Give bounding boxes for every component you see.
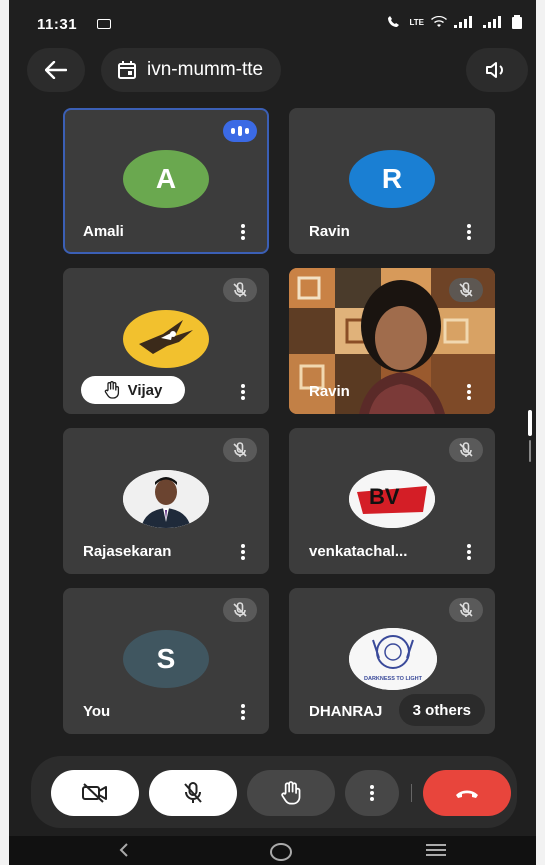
participant-tile-amali[interactable]: A Amali [63,108,269,254]
scrollbar-thumb[interactable] [528,410,532,436]
system-nav-bar [9,836,536,865]
wifi-icon [431,16,447,27]
avatar-emblem: DARKNESS TO LIGHT [349,628,437,690]
mic-off-indicator [223,598,257,622]
participant-tile-you[interactable]: S You [63,588,269,734]
mic-toggle-button[interactable] [149,770,237,816]
status-time: 11:31 [37,16,78,33]
scrollbar-track [529,440,531,462]
more-options-button[interactable] [345,770,399,816]
others-count-badge[interactable]: 3 others [398,694,485,726]
mic-off-indicator [223,438,257,462]
hang-up-icon [456,790,478,798]
mic-off-icon [459,282,473,297]
speaker-icon [486,62,503,78]
more-vert-icon [370,785,374,801]
participant-tile-dhanraj[interactable]: DARKNESS TO LIGHT DHANRAJ 3 others [289,588,495,734]
camera-off-icon [82,783,107,803]
avatar-initial: R [381,163,403,194]
mic-off-icon [184,782,202,803]
signal-icon [454,16,472,28]
emblem-text: DARKNESS TO LIGHT [364,676,423,682]
avatar: S [123,630,209,688]
phone-screen: 11:31 LTE ivn-mumm-tte A Amali R Ravin V… [9,0,536,865]
mic-off-indicator [223,278,257,302]
more-options-button[interactable] [467,544,471,560]
meeting-top-bar: ivn-mumm-tte [9,48,536,94]
more-options-button[interactable] [241,384,245,400]
participant-name: Amali [83,223,124,240]
participant-name: Ravin [309,383,350,400]
raised-hand-badge: Vijay [81,376,185,404]
avatar-photo [123,470,209,528]
mic-off-icon [233,602,247,617]
participant-name: venkatachal... [309,543,408,560]
avatar-logo: BV [349,470,435,528]
bv-logo: BV [349,470,435,528]
participant-name: DHANRAJ [309,703,383,720]
avatar: R [349,150,435,208]
avatar-bird-image [123,310,209,368]
more-options-button[interactable] [241,704,245,720]
person-photo [123,470,209,528]
participant-tile-ravin-video[interactable]: Ravin [289,268,495,414]
participant-tile-ravin[interactable]: R Ravin [289,108,495,254]
controls-divider [411,784,412,802]
avatar-initial: A [155,163,177,194]
participant-tile-vijay[interactable]: Vijay [63,268,269,414]
hand-icon [281,781,301,805]
calendar-icon [118,61,136,79]
nav-recents-icon[interactable] [426,844,446,856]
avatar: A [123,150,209,208]
participant-name: Ravin [309,223,350,240]
end-call-button[interactable] [423,770,511,816]
audio-output-button[interactable] [466,48,528,92]
more-options-button[interactable] [467,224,471,240]
status-icons: LTE [386,15,522,29]
emblem-logo: DARKNESS TO LIGHT [349,628,437,690]
eagle-image [139,320,193,354]
more-options-button[interactable] [241,544,245,560]
mic-off-indicator [449,438,483,462]
back-button[interactable] [27,48,85,92]
mic-off-icon [233,282,247,297]
nav-back-icon[interactable] [117,842,131,858]
cast-icon [97,19,111,29]
participant-name: Vijay [127,381,163,399]
raise-hand-button[interactable] [247,770,335,816]
hand-icon [104,381,119,399]
more-options-button[interactable] [467,384,471,400]
status-bar: 11:31 LTE [9,0,536,46]
mic-off-icon [459,602,473,617]
speaking-indicator [223,120,257,142]
participant-name: Rajasekaran [83,543,172,560]
avatar-initial: S [156,643,176,674]
camera-toggle-button[interactable] [51,770,139,816]
meeting-info-button[interactable]: ivn-mumm-tte [101,48,282,92]
nav-home-icon[interactable] [270,843,292,861]
meeting-code: ivn-mumm-tte [147,59,264,80]
participant-name: You [83,703,111,720]
mic-off-icon [459,442,473,457]
call-icon [388,16,400,27]
battery-icon [512,15,522,29]
more-options-button[interactable] [241,224,245,240]
network-type: LTE [409,17,424,27]
mic-off-indicator [449,598,483,622]
mic-off-icon [233,442,247,457]
signal-icon-2 [483,16,501,28]
call-controls-bar [31,756,517,828]
participant-tile-rajasekaran[interactable]: Rajasekaran [63,428,269,574]
bv-logo-text: BV [369,484,400,509]
mic-off-indicator [449,278,483,302]
arrow-left-icon [45,61,67,79]
participant-tile-venkatachal[interactable]: BV venkatachal... [289,428,495,574]
others-count-label: 3 others [412,701,471,719]
